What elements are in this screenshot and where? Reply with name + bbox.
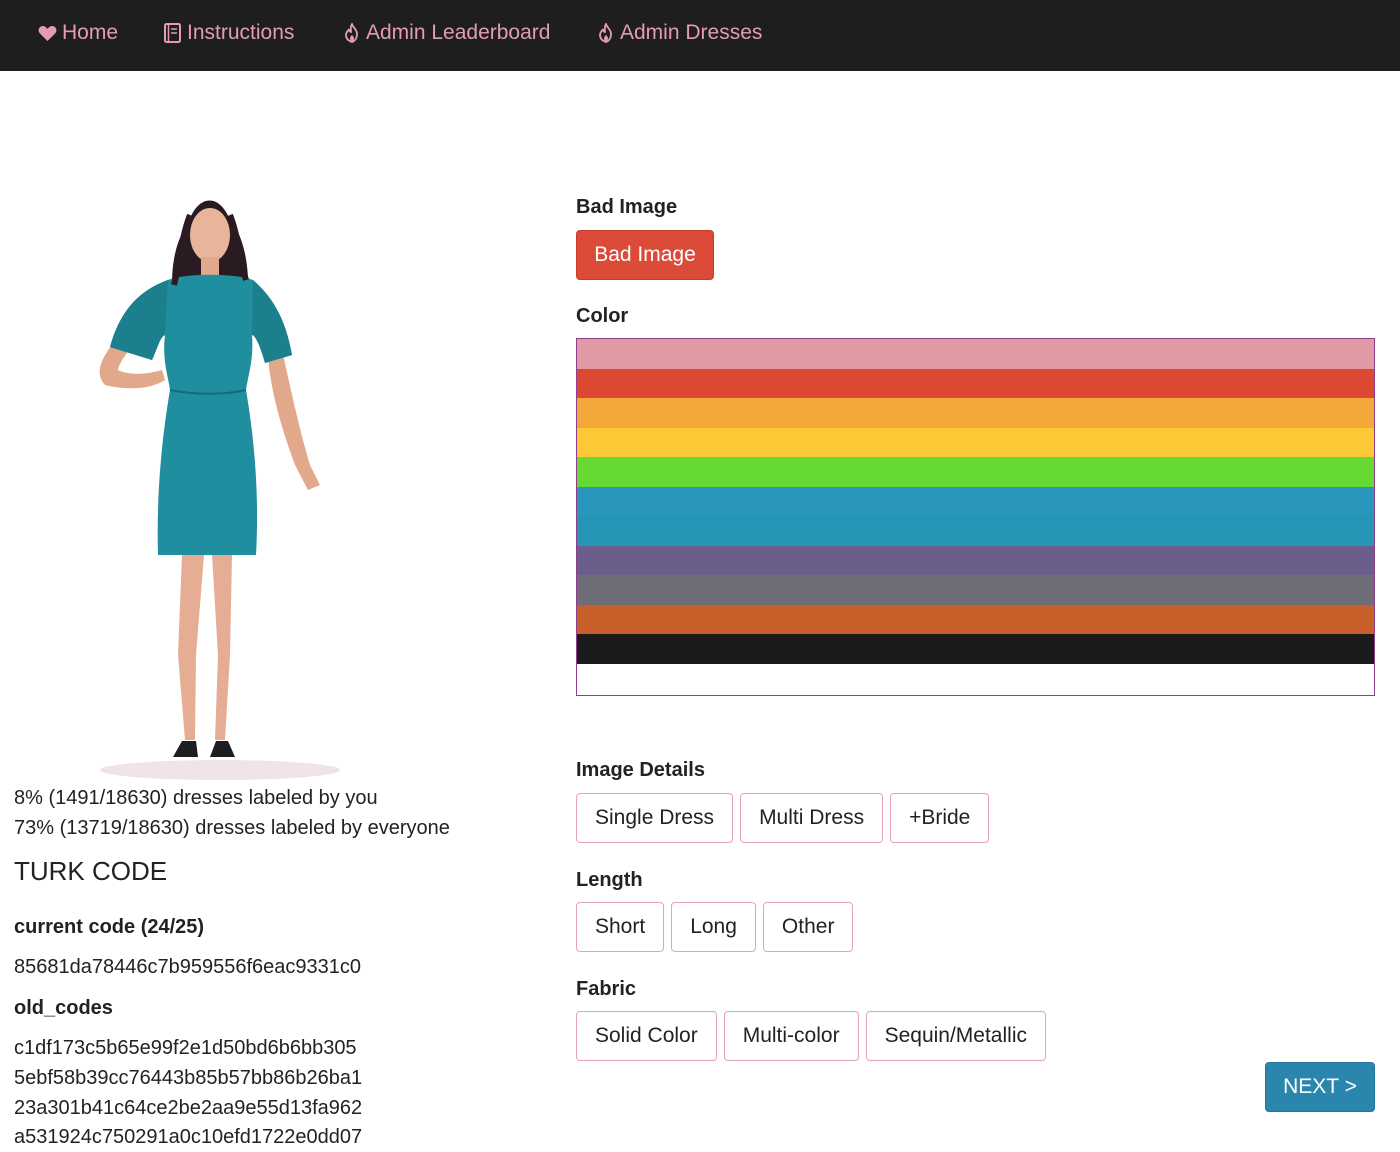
other-button[interactable]: Other <box>762 902 854 952</box>
multi-dress-button[interactable]: Multi Dress <box>740 793 884 843</box>
color-swatch-purple[interactable] <box>577 545 1374 575</box>
nav-admin-dresses-label: Admin Dresses <box>620 21 763 44</box>
bride-button[interactable]: +Bride <box>890 793 990 843</box>
labeled-by-you-stat: 8% (1491/18630) dresses labeled by you <box>14 787 378 809</box>
old-code-line: 5ebf58b39cc76443b85b57bb86b26ba1 <box>14 1067 363 1089</box>
next-button[interactable]: NEXT > <box>1265 1062 1375 1112</box>
color-swatch-green[interactable] <box>577 457 1374 487</box>
dress-photo <box>70 185 430 785</box>
turk-code-title: TURK CODE <box>14 856 168 886</box>
top-navbar: Home Instructions Admin Leaderboard Admi… <box>0 0 1400 71</box>
old-code-line: a531924c750291a0c10efd1722e0dd07 <box>14 1126 363 1148</box>
single-dress-button[interactable]: Single Dress <box>576 793 734 843</box>
multi-color-button[interactable]: Multi-color <box>723 1011 859 1061</box>
current-code-value: 85681da78446c7b959556f6eac9331c0 <box>14 956 362 978</box>
heart-icon <box>38 25 57 42</box>
color-swatch-white[interactable] <box>577 663 1374 693</box>
color-swatch-gray[interactable] <box>577 575 1374 605</box>
color-swatch-yellow[interactable] <box>577 427 1374 457</box>
fabric-section-label: Fabric <box>576 978 637 1000</box>
nav-admin-leaderboard-label: Admin Leaderboard <box>366 21 551 44</box>
nav-home[interactable]: Home <box>38 18 118 48</box>
old-codes-label: old_codes <box>14 997 113 1019</box>
color-swatch-brown[interactable] <box>577 604 1374 634</box>
color-swatch-black[interactable] <box>577 634 1374 664</box>
fabric-options: Solid Color Multi-color Sequin/Metallic <box>576 1011 1046 1061</box>
color-swatch-blue[interactable] <box>577 486 1374 516</box>
current-code-label: current code (24/25) <box>14 916 205 938</box>
nav-admin-leaderboard[interactable]: Admin Leaderboard <box>343 18 550 48</box>
nav-instructions-label: Instructions <box>187 21 295 44</box>
book-icon <box>164 23 182 43</box>
nav-home-label: Home <box>62 21 119 44</box>
image-details-section-label: Image Details <box>576 759 705 781</box>
short-button[interactable]: Short <box>576 902 665 952</box>
length-section-label: Length <box>576 869 643 891</box>
sequin-metallic-button[interactable]: Sequin/Metallic <box>865 1011 1046 1061</box>
color-swatch-picker <box>576 338 1375 696</box>
bad-image-button[interactable]: Bad Image <box>576 230 714 280</box>
labeled-by-everyone-stat: 73% (13719/18630) dresses labeled by eve… <box>14 817 450 839</box>
color-swatch-orange[interactable] <box>577 398 1374 428</box>
nav-admin-dresses[interactable]: Admin Dresses <box>597 18 762 48</box>
solid-color-button[interactable]: Solid Color <box>576 1011 717 1061</box>
nav-instructions[interactable]: Instructions <box>164 18 294 48</box>
old-code-line: 23a301b41c64ce2be2aa9e55d13fa962 <box>14 1097 363 1119</box>
fire-icon <box>597 23 615 43</box>
long-button[interactable]: Long <box>671 902 756 952</box>
length-options: Short Long Other <box>576 902 854 952</box>
old-code-line: c1df173c5b65e99f2e1d50bd6b6bb305 <box>14 1037 357 1059</box>
color-swatch-pink[interactable] <box>577 339 1374 369</box>
image-details-options: Single Dress Multi Dress +Bride <box>576 793 990 843</box>
bad-image-section-label: Bad Image <box>576 196 678 218</box>
color-swatch-teal[interactable] <box>577 516 1374 546</box>
color-section-label: Color <box>576 305 629 327</box>
fire-icon <box>343 23 361 43</box>
color-swatch-red[interactable] <box>577 368 1374 398</box>
